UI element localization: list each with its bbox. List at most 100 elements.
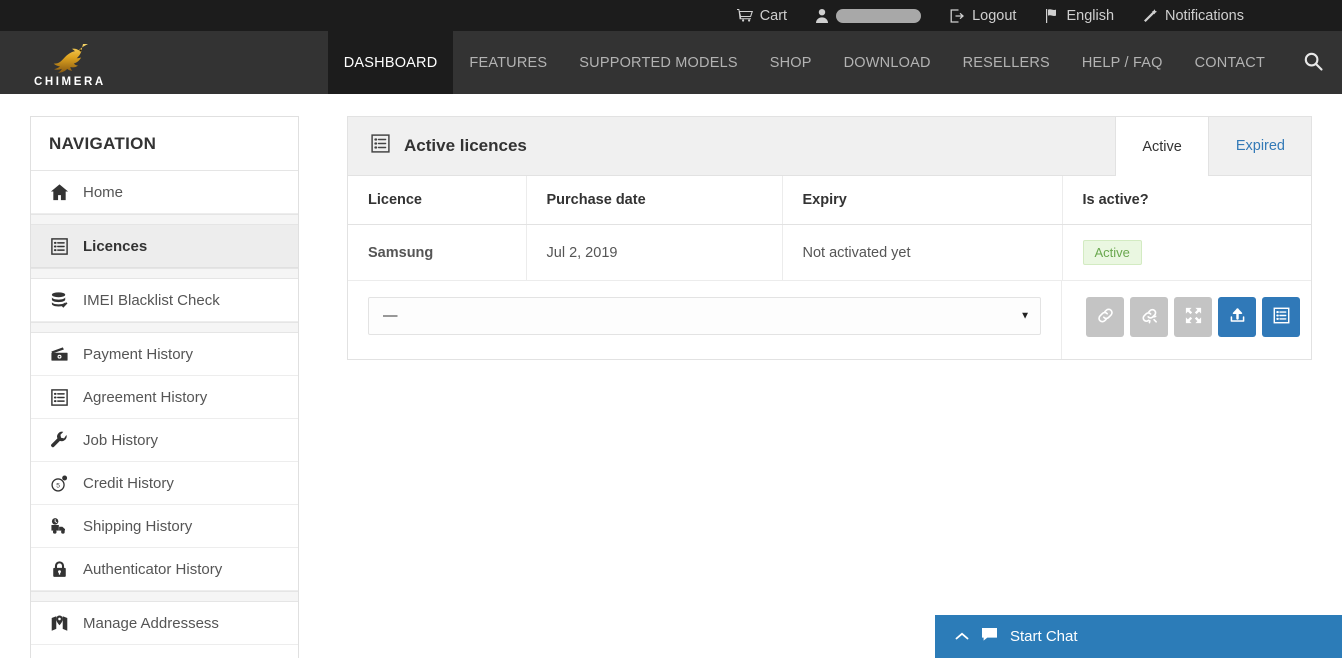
sidebar-item-agreement-history[interactable]: Agreement History <box>31 376 298 419</box>
unlink-button[interactable] <box>1130 297 1168 337</box>
griffin-logo-icon <box>44 41 96 75</box>
list-icon <box>49 387 69 407</box>
speech-bubble-icon <box>981 627 998 646</box>
chevron-up-icon[interactable] <box>955 630 969 643</box>
nav-item-label: DASHBOARD <box>343 54 438 71</box>
coin-icon: 5 <box>49 473 69 493</box>
nav-item-shop[interactable]: SHOP <box>754 31 828 94</box>
cart-icon <box>736 8 753 24</box>
nav-item-label: CONTACT <box>1194 54 1265 71</box>
sidebar-item-label: Job History <box>83 431 159 449</box>
nav-item-label: DOWNLOAD <box>843 54 931 71</box>
sidebar-item-label: IMEI Blacklist Check <box>83 291 220 309</box>
expand-button[interactable] <box>1174 297 1212 337</box>
table-header-row: Licence Purchase date Expiry Is active? <box>348 176 1311 225</box>
list-icon <box>370 133 391 159</box>
sidebar-item-notifications[interactable]: Notifications <box>31 645 298 658</box>
sidebar-item-imei-blacklist-check[interactable]: IMEI Blacklist Check <box>31 279 298 322</box>
sidebar-item-manage-addressess[interactable]: Manage Addressess <box>31 602 298 645</box>
brand-name: CHIMERA <box>33 76 106 88</box>
notifications-link[interactable]: Notifications <box>1128 0 1258 31</box>
sidebar-item-label: Payment History <box>83 345 194 363</box>
link-button[interactable] <box>1086 297 1124 337</box>
status-badge: Active <box>1082 240 1142 265</box>
sidebar-item-home[interactable]: Home <box>31 171 298 214</box>
nav-item-label: HELP / FAQ <box>1081 54 1163 71</box>
sidebar-item-authenticator-history[interactable]: Authenticator History <box>31 548 298 591</box>
nav-item-contact[interactable]: CONTACT <box>1179 31 1281 94</box>
panel-tabs: Active Expired <box>1115 117 1311 176</box>
user-account[interactable] <box>801 0 935 31</box>
nav-item-dashboard[interactable]: DASHBOARD <box>327 31 454 94</box>
nav-item-label: RESELLERS <box>962 54 1050 71</box>
nav-item-download[interactable]: DOWNLOAD <box>828 31 947 94</box>
chevron-down-icon: ▼ <box>1020 310 1030 322</box>
page-body: NAVIGATION Home Licences IMEI Blacklist … <box>0 94 1342 658</box>
sidebar-item-label: Authenticator History <box>83 560 223 578</box>
sidebar-item-licences[interactable]: Licences <box>31 225 298 268</box>
sidebar-item-job-history[interactable]: Job History <box>31 419 298 462</box>
sidebar-item-shipping-history[interactable]: Shipping History <box>31 505 298 548</box>
sidebar-group-divider <box>31 214 298 225</box>
cell-licence: Samsung <box>348 224 527 281</box>
username-redacted <box>836 8 922 23</box>
table-row[interactable]: Samsung Jul 2, 2019 Not activated yet Ac… <box>348 224 1311 281</box>
sidebar-group-divider <box>31 591 298 602</box>
licence-select[interactable]: — ▼ <box>368 297 1041 335</box>
nav-item-supported-models[interactable]: SUPPORTED MODELS <box>563 31 753 94</box>
nav-links: DASHBOARD FEATURES SUPPORTED MODELS SHOP… <box>327 31 1342 94</box>
logout-label: Logout <box>972 7 1017 24</box>
search-button[interactable] <box>1281 31 1342 94</box>
svg-text:5: 5 <box>56 482 60 489</box>
nav-item-resellers[interactable]: RESELLERS <box>947 31 1066 94</box>
cell-status: Active <box>1062 224 1311 281</box>
row-tools-select-area: — ▼ <box>348 281 1062 359</box>
tab-label: Active <box>1142 138 1182 155</box>
tab-expired[interactable]: Expired <box>1209 117 1311 175</box>
licence-select-value: — <box>383 308 398 324</box>
nav-item-features[interactable]: FEATURES <box>453 31 563 94</box>
sidebar-item-payment-history[interactable]: Payment History <box>31 333 298 376</box>
unlink-icon <box>1140 306 1159 328</box>
tab-active[interactable]: Active <box>1115 117 1209 176</box>
column-header-purchase-date: Purchase date <box>526 176 783 225</box>
start-chat-widget[interactable]: Start Chat <box>935 615 1342 658</box>
upload-button[interactable] <box>1218 297 1256 337</box>
upload-icon <box>1228 306 1247 328</box>
expand-arrows-icon <box>1184 306 1203 328</box>
home-icon <box>49 182 69 202</box>
sidebar-item-label: Home <box>83 183 124 201</box>
row-action-buttons <box>1062 281 1311 359</box>
cart-link[interactable]: Cart <box>723 0 801 31</box>
nav-item-label: SHOP <box>769 54 812 71</box>
database-check-icon <box>49 290 69 310</box>
active-licences-panel: Active licences Active Expired Licence P… <box>347 116 1312 360</box>
sidebar-container: NAVIGATION Home Licences IMEI Blacklist … <box>0 94 329 658</box>
tab-label: Expired <box>1235 138 1285 154</box>
column-header-is-active: Is active? <box>1062 176 1311 225</box>
sidebar-group-divider <box>31 268 298 279</box>
language-label: English <box>1066 7 1115 24</box>
brand-logo[interactable]: CHIMERA <box>0 31 140 94</box>
link-icon <box>1096 306 1115 328</box>
panel-title: Active licences <box>348 117 1115 175</box>
sidebar-title: NAVIGATION <box>31 117 298 171</box>
column-header-licence: Licence <box>348 176 527 225</box>
main-navbar: CHIMERA DASHBOARD FEATURES SUPPORTED MOD… <box>0 31 1342 94</box>
nav-item-help-faq[interactable]: HELP / FAQ <box>1066 31 1179 94</box>
start-chat-label: Start Chat <box>1010 628 1078 645</box>
cell-expiry: Not activated yet <box>782 224 1063 281</box>
logout-link[interactable]: Logout <box>935 0 1030 31</box>
sidebar-item-label: Credit History <box>83 474 174 492</box>
sidebar-item-label: Manage Addressess <box>83 614 219 632</box>
list-icon <box>49 236 69 256</box>
nav-item-label: SUPPORTED MODELS <box>579 54 738 71</box>
nav-item-label: FEATURES <box>469 54 548 71</box>
sidebar-item-credit-history[interactable]: 5 Credit History <box>31 462 298 505</box>
sidebar-group-divider <box>31 322 298 333</box>
sidebar-item-label: Licences <box>83 237 148 255</box>
details-list-button[interactable] <box>1262 297 1300 337</box>
language-selector[interactable]: English <box>1030 0 1128 31</box>
cart-label: Cart <box>759 7 788 24</box>
wrench-icon <box>49 430 69 450</box>
